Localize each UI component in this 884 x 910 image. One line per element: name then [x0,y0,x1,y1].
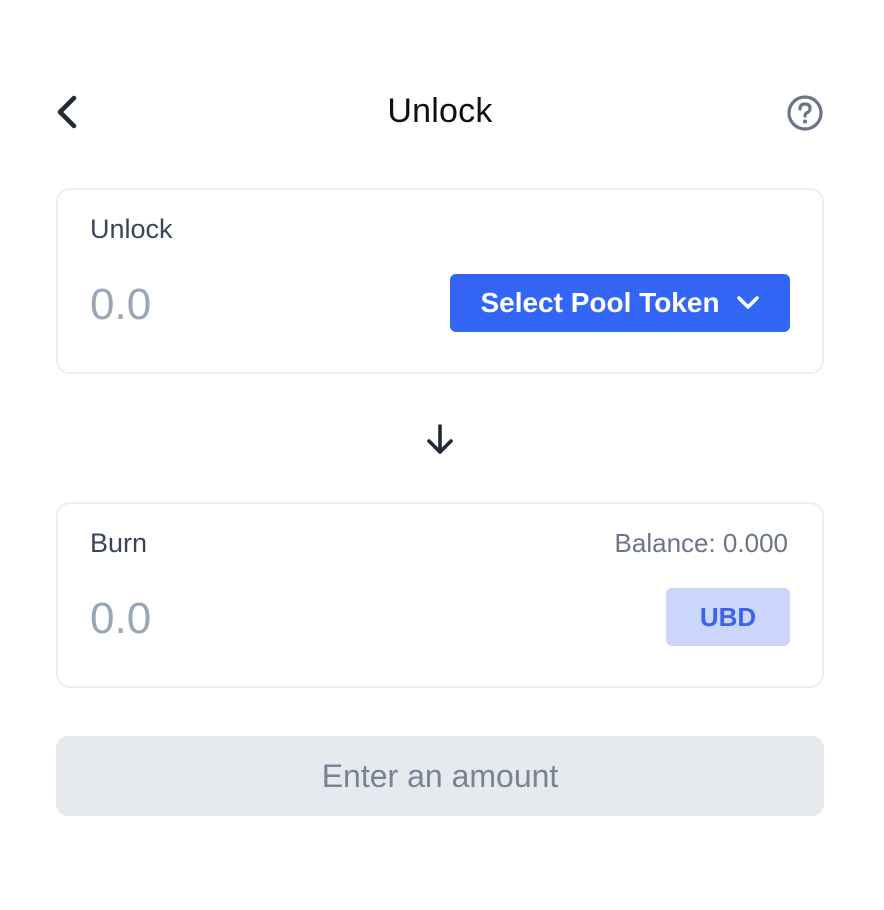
select-pool-token-label: Select Pool Token [480,287,720,318]
help-button[interactable] [786,94,824,132]
burn-panel: Burn Balance: 0.000 UBD [56,502,824,688]
chevron-down-icon [736,296,759,309]
question-circle-icon [787,95,823,131]
direction-indicator [420,420,460,460]
page-title: Unlock [387,92,493,130]
burn-amount-input[interactable] [90,592,410,646]
unlock-page: Unlock Unlock Select Pool Token Burn Bal… [0,0,884,910]
unlock-label: Unlock [90,214,173,244]
unlock-panel: Unlock Select Pool Token [56,188,824,374]
header: Unlock [56,88,824,138]
burn-label: Burn [90,528,148,558]
token-badge-ubd[interactable]: UBD [666,588,790,646]
arrow-down-icon [427,424,453,454]
enter-amount-button[interactable]: Enter an amount [56,736,824,816]
select-pool-token-button[interactable]: Select Pool Token [450,274,790,332]
unlock-amount-input[interactable] [90,278,410,332]
balance-text: Balance: 0.000 [614,528,788,558]
